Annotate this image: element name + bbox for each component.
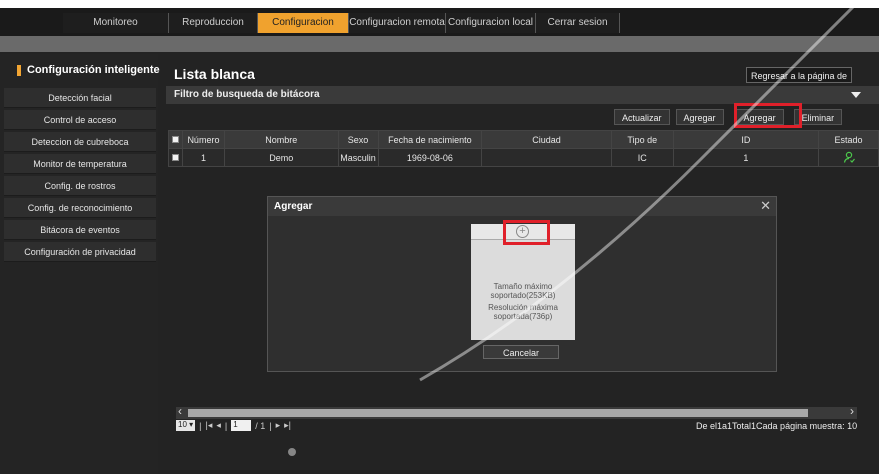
sidebar: Configuración inteligente Detección faci… [0, 54, 160, 474]
col-ciudad: Ciudad [481, 130, 612, 149]
sidebar-item-control-acceso[interactable]: Control de acceso [4, 110, 156, 130]
user-ok-icon [843, 151, 855, 163]
upload-info: Tamaño máximo soportado(253KB) Resolució… [471, 282, 575, 321]
prev-page-icon[interactable]: ◂ [216, 420, 221, 431]
tab-monitoreo[interactable]: Monitoreo [63, 13, 169, 33]
scroll-thumb[interactable] [188, 409, 808, 417]
close-icon[interactable]: ✕ [760, 199, 771, 213]
tab-configuracion[interactable]: Configuracion [258, 13, 349, 33]
cell-nombre: Demo [223, 148, 339, 167]
sidebar-title: Configuración inteligente [27, 64, 160, 76]
highlight-add-photo [503, 220, 550, 245]
filter-bar[interactable]: Filtro de busqueda de bitácora [166, 86, 879, 104]
page-title: Lista blanca [174, 66, 255, 82]
nav-tabs: Monitoreo Reproduccion Configuracion Con… [63, 13, 620, 33]
row-checkbox[interactable] [171, 153, 179, 161]
highlight-add-button [734, 103, 802, 128]
col-numero: Número [181, 130, 225, 149]
cell-fecha: 1969-08-06 [377, 148, 483, 167]
separator-icon: | [199, 420, 202, 431]
sidebar-item-cubreboca[interactable]: Deteccion de cubreboca [4, 132, 156, 152]
table-header-row: Número Nombre Sexo Fecha de nacimiento C… [168, 130, 879, 149]
filter-title: Filtro de busqueda de bitácora [174, 89, 320, 100]
caret-down-icon[interactable] [851, 92, 861, 98]
max-resolution-label: Resolución máxima soportada(736p) [488, 303, 558, 321]
sidebar-item-rostros[interactable]: Config. de rostros [4, 176, 156, 196]
select-all-cell[interactable] [168, 130, 183, 149]
separator-icon: | [224, 420, 228, 431]
refresh-button[interactable]: Actualizar [614, 109, 670, 125]
sidebar-item-privacidad[interactable]: Configuración de privacidad [4, 242, 156, 262]
scroll-right-icon[interactable]: › [850, 404, 854, 418]
col-tipo: Tipo de [610, 130, 674, 149]
col-estado: Estado [818, 130, 879, 149]
sidebar-item-reconocimiento[interactable]: Config. de reconocimiento [4, 198, 156, 218]
next-page-icon[interactable]: ▸ [276, 420, 281, 431]
sidebar-item-temperatura[interactable]: Monitor de temperatura [4, 154, 156, 174]
total-pages-label: / 1 [255, 420, 266, 431]
tab-configuracion-local[interactable]: Configuracion local [446, 13, 536, 33]
tab-configuracion-remota[interactable]: Configuracion remota [349, 13, 446, 33]
cell-id: 1 [672, 148, 820, 167]
add-button[interactable]: Agregar [675, 109, 724, 125]
tab-reproduccion[interactable]: Reproduccion [169, 13, 258, 33]
sidebar-item-bitacora[interactable]: Bitácora de eventos [4, 220, 156, 240]
col-fecha: Fecha de nacimiento [377, 130, 483, 149]
page-size-value: 10 [178, 420, 187, 429]
max-size-label: Tamaño máximo soportado(253KB) [490, 282, 556, 300]
sidebar-header: Configuración inteligente [0, 58, 160, 82]
cell-ciudad [481, 148, 612, 167]
header-divider [0, 36, 879, 52]
cell-numero: 1 [181, 148, 225, 167]
separator-icon: | [269, 420, 272, 431]
horizontal-scrollbar[interactable]: ‹ › [176, 404, 857, 419]
page-number-input[interactable]: 1 [231, 420, 252, 431]
cancel-button[interactable]: Cancelar [483, 345, 559, 359]
scroll-left-icon[interactable]: ‹ [178, 404, 182, 418]
col-nombre: Nombre [223, 130, 339, 149]
back-button[interactable]: Regresar a la página de [746, 67, 853, 83]
tab-cerrar-sesion[interactable]: Cerrar sesion [536, 13, 620, 33]
col-id: ID [672, 130, 820, 149]
page-size-select[interactable]: 10 ▾ [176, 420, 196, 431]
col-sexo: Sexo [337, 130, 379, 149]
action-toolbar: Actualizar Agregar Agregar Eliminar [614, 109, 843, 125]
first-page-icon[interactable]: |◂ [206, 420, 213, 431]
sidebar-item-deteccion-facial[interactable]: Detección facial [4, 88, 156, 108]
pagination: 10 ▾ | |◂ ◂ | 1 / 1 | ▸ ▸| [176, 420, 291, 431]
cell-tipo: IC [610, 148, 674, 167]
monitor-icon [17, 64, 21, 76]
cell-sexo: Masculin [337, 148, 379, 167]
table-row[interactable]: 1 Demo Masculin 1969-08-06 IC 1 [168, 148, 879, 167]
cell-estado [818, 148, 879, 167]
whitelist-table: Número Nombre Sexo Fecha de nacimiento C… [168, 130, 879, 167]
row-select-cell[interactable] [168, 148, 183, 167]
pager-status: De el1a1Total1Cada página muestra: 10 [696, 421, 858, 431]
last-page-icon[interactable]: ▸| [284, 420, 291, 431]
dialog-title: Agregar [268, 197, 776, 216]
select-all-checkbox[interactable] [171, 135, 179, 143]
